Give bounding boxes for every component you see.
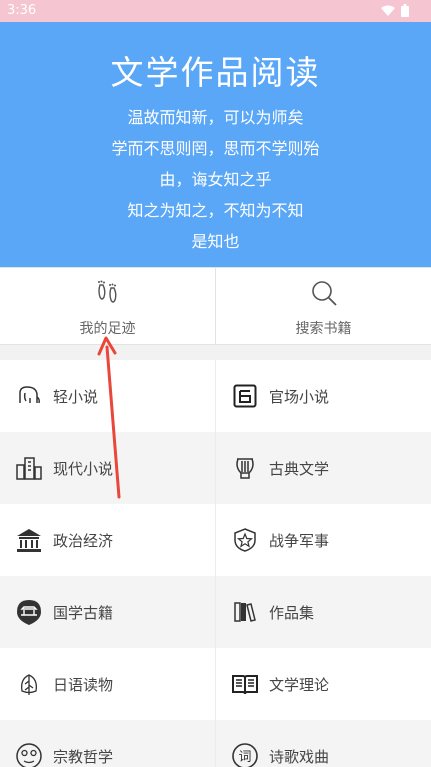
category-label: 现代小说 [53,459,114,478]
lyre-icon [231,454,259,482]
poem-line: 由，诲女知之乎 [159,170,272,189]
category-row: 宗教哲学 词 诗歌戏曲 [0,720,431,767]
category-japanese-reading[interactable]: 日语读物 [0,648,215,720]
buildings-icon [15,454,43,482]
category-row: 日语读物 文学理论 [0,648,431,720]
app-title: 文学作品阅读 [110,53,321,92]
category-classical-literature[interactable]: 古典文学 [215,432,431,504]
quick-actions: 我的足迹 搜索书籍 [0,267,431,345]
poem-line: 知之为知之，不知为不知 [127,201,304,220]
category-religion-philosophy[interactable]: 宗教哲学 [0,720,215,767]
category-row: 政治经济 战争军事 [0,504,431,576]
category-war-military[interactable]: 战争军事 [215,504,431,576]
official-seal-icon [231,382,259,410]
category-label: 宗教哲学 [53,747,114,766]
open-book-icon [231,670,259,698]
category-label: 古典文学 [269,459,330,478]
header-banner: 文学作品阅读 温故而知新，可以为师矣 学而不思则罔，思而不学则殆 由，诲女知之乎… [0,22,431,267]
category-label: 战争军事 [269,531,330,550]
category-row: 轻小说 官场小说 [0,360,431,432]
category-chinese-classics[interactable]: 国学古籍 [0,576,215,648]
category-row: 现代小说 古典文学 [0,432,431,504]
svg-text:词: 词 [238,750,251,765]
category-light-novel[interactable]: 轻小说 [0,360,215,432]
poem-line: 是知也 [191,232,240,251]
elephant-icon [15,382,43,410]
status-icons [381,4,409,17]
category-label: 作品集 [269,603,315,622]
category-collected-works[interactable]: 作品集 [215,576,431,648]
category-row: 国学古籍 作品集 [0,576,431,648]
category-label: 文学理论 [269,675,330,694]
search-books-button[interactable]: 搜索书籍 [215,268,431,344]
pagoda-icon [15,598,43,626]
category-grid: 轻小说 官场小说 现代小说 古典文学 政治经济 战争军事 国学古籍 作品集 日语… [0,360,431,767]
category-label: 官场小说 [269,387,330,406]
face-icon [15,742,43,767]
leaf-icon [15,670,43,698]
poem-line: 温故而知新，可以为师矣 [127,108,304,127]
category-literary-theory[interactable]: 文学理论 [215,648,431,720]
poem-lines: 温故而知新，可以为师矣 学而不思则罔，思而不学则殆 由，诲女知之乎 知之为知之，… [0,102,431,257]
books-icon [231,598,259,626]
footprints-icon [97,280,116,303]
search-label: 搜索书籍 [295,321,352,337]
battery-icon [401,4,409,17]
category-label: 国学古籍 [53,603,114,622]
category-label: 诗歌戏曲 [269,747,330,766]
my-footprint-button[interactable]: 我的足迹 [0,268,215,344]
status-time: 3:36 [7,3,37,18]
footprint-label: 我的足迹 [79,321,136,337]
status-bar: 3:36 [0,0,431,22]
government-building-icon [15,526,43,554]
poem-line: 学而不思则罔，思而不学则殆 [111,139,320,158]
category-label: 轻小说 [53,387,99,406]
star-shield-icon [231,526,259,554]
wifi-icon [381,5,395,16]
category-politics-economics[interactable]: 政治经济 [0,504,215,576]
search-icon [311,281,337,306]
ci-character-icon: 词 [231,742,259,767]
category-officialdom[interactable]: 官场小说 [215,360,431,432]
category-modern-novel[interactable]: 现代小说 [0,432,215,504]
category-label: 政治经济 [53,531,114,550]
category-poetry-drama[interactable]: 词 诗歌戏曲 [215,720,431,767]
category-label: 日语读物 [53,675,114,694]
